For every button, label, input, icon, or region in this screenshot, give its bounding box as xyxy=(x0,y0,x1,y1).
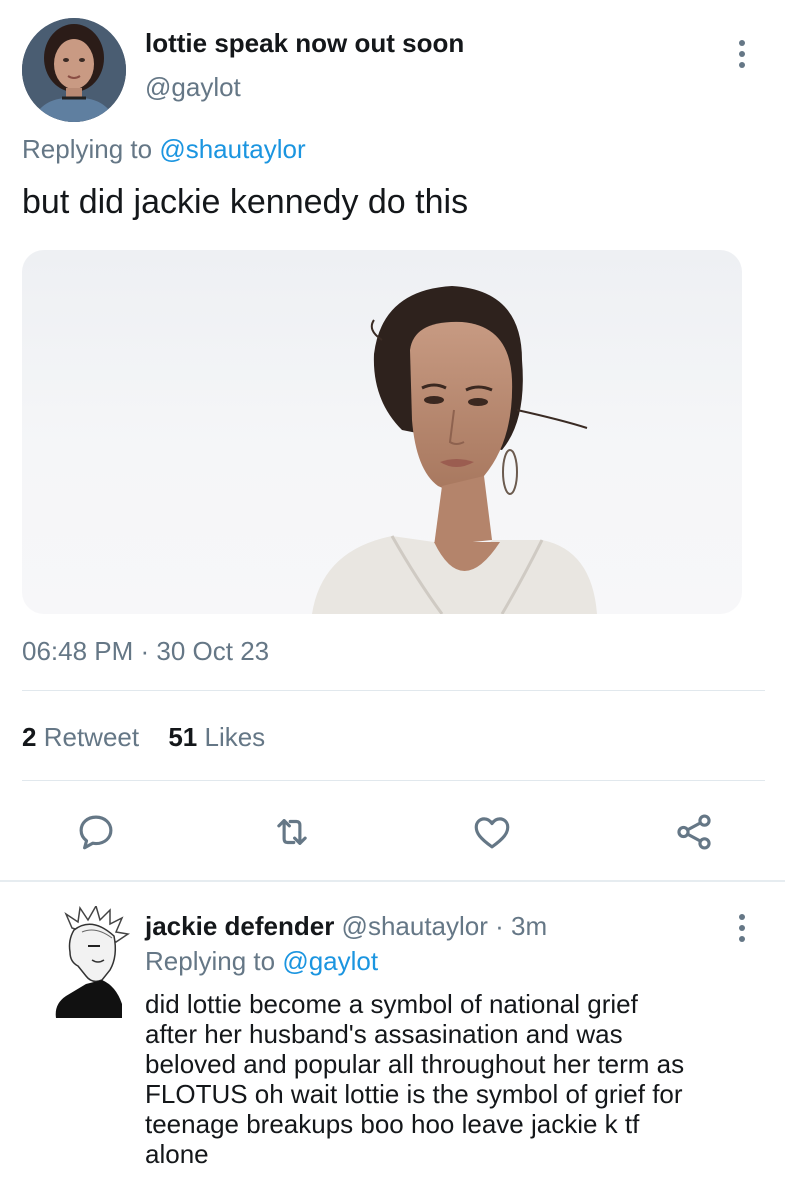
reply-replying-to-line: Replying to @gaylot xyxy=(145,946,378,977)
author-handle[interactable]: @gaylot xyxy=(145,72,241,103)
retweets-label: Retweet xyxy=(43,722,140,752)
like-button[interactable] xyxy=(468,808,516,856)
likes-count: 51 xyxy=(168,722,198,752)
replying-to-line: Replying to @shautaylor xyxy=(22,134,306,165)
retweets-count: 2 xyxy=(22,722,37,752)
reply-text-line: did lottie become a symbol of national g… xyxy=(145,989,638,1019)
likes-label: Likes xyxy=(204,722,266,752)
divider xyxy=(22,780,765,781)
section-separator xyxy=(0,880,785,882)
reply-button[interactable] xyxy=(72,808,120,856)
reply-author-meta[interactable]: @shautaylor · 3m xyxy=(342,911,548,941)
retweets-stat[interactable]: 2 Retweet xyxy=(22,722,139,753)
reply-header: jackie defender @shautaylor · 3m xyxy=(145,911,547,942)
replying-to-mention[interactable]: @shautaylor xyxy=(159,134,305,164)
replying-to-prefix: Replying to xyxy=(22,134,153,164)
reply-author-name[interactable]: jackie defender xyxy=(145,911,334,941)
author-avatar[interactable] xyxy=(22,18,126,122)
tweet-detail-page: lottie speak now out soon @gaylot Replyi… xyxy=(0,0,785,1200)
reply-icon xyxy=(79,815,113,850)
likes-stat[interactable]: 51 Likes xyxy=(168,722,265,753)
reply-text-line: beloved and popular all throughout her t… xyxy=(145,1049,685,1079)
retweet-icon xyxy=(277,819,307,845)
tweet-timestamp[interactable]: 06:48 PM · 30 Oct 23 xyxy=(22,636,269,667)
reply-text-line: teenage breakups boo hoo leave jackie k … xyxy=(145,1109,640,1139)
tweet-media-image[interactable] xyxy=(22,250,742,614)
reply-replying-to-prefix: Replying to xyxy=(145,946,276,976)
share-icon xyxy=(677,814,711,850)
like-icon xyxy=(474,817,510,849)
reply-more-options-icon[interactable] xyxy=(730,910,754,946)
engagement-stats: 2 Retweet 51 Likes xyxy=(22,722,287,753)
reply-text: did lottie become a symbol of national g… xyxy=(145,989,765,1169)
share-button[interactable] xyxy=(670,808,718,856)
reply-text-line: FLOTUS oh wait lottie is the symbol of g… xyxy=(145,1079,683,1109)
reply-text-line: after her husband's assasination and was xyxy=(145,1019,623,1049)
reply-text-line: alone xyxy=(145,1139,209,1169)
reply-replying-to-mention[interactable]: @gaylot xyxy=(282,946,378,976)
reply-author-avatar[interactable] xyxy=(52,904,134,1018)
more-options-icon[interactable] xyxy=(730,36,754,72)
divider xyxy=(22,690,765,691)
author-display-name[interactable]: lottie speak now out soon xyxy=(145,28,464,59)
retweet-button[interactable] xyxy=(268,808,316,856)
tweet-text: but did jackie kennedy do this xyxy=(22,183,469,221)
